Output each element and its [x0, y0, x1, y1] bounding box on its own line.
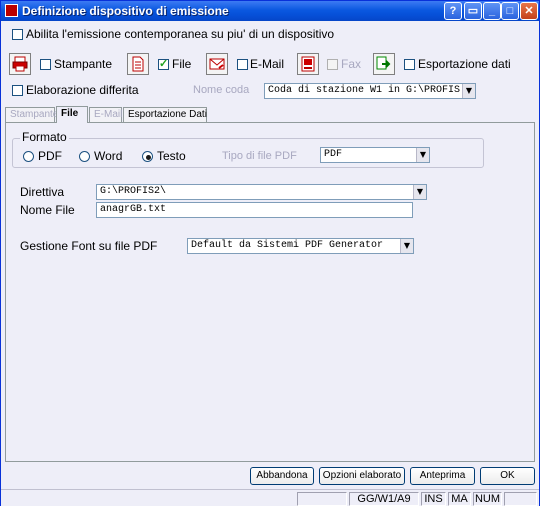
radio-pdf[interactable]: [23, 151, 34, 162]
tab-file[interactable]: File: [56, 106, 88, 123]
printer-icon[interactable]: [9, 53, 31, 75]
radio-testo-label: Testo: [157, 149, 186, 163]
pdf-type-value: PDF: [324, 149, 343, 160]
deferred-checkbox[interactable]: [12, 85, 23, 96]
format-group-title: Formato: [20, 130, 69, 144]
queue-name-label: Nome coda: [193, 84, 250, 96]
file-icon[interactable]: [127, 53, 149, 75]
status-num: NUM: [473, 492, 502, 506]
directory-select[interactable]: G:\PROFIS2\ ▼: [96, 184, 427, 200]
tab-stampante: Stampante: [5, 107, 58, 122]
ok-button[interactable]: OK: [480, 467, 535, 485]
directory-value: G:\PROFIS2\: [100, 186, 167, 197]
options-button[interactable]: Opzioni elaborato: [319, 467, 405, 485]
pdf-type-select[interactable]: PDF ▼: [320, 147, 430, 163]
radio-testo[interactable]: [142, 151, 153, 162]
app-icon: [5, 4, 18, 17]
help-icon[interactable]: ?: [444, 2, 462, 20]
email-icon[interactable]: [206, 53, 228, 75]
file-label: File: [172, 57, 192, 71]
printer-label: Stampante: [54, 57, 113, 71]
fax-label: Fax: [341, 57, 362, 71]
title-bar[interactable]: Definizione dispositivo di emissione ? ▭…: [1, 1, 539, 21]
tab-email: E-Mail: [89, 107, 122, 122]
chevron-down-icon[interactable]: ▼: [416, 148, 429, 162]
radio-word-label: Word: [94, 149, 123, 163]
status-ins: INS: [421, 492, 446, 506]
export-label: Esportazione dati: [418, 57, 511, 71]
export-icon[interactable]: [373, 53, 395, 75]
directory-label: Direttiva: [20, 185, 65, 199]
status-empty: [297, 492, 347, 506]
radio-pdf-label: PDF: [38, 149, 62, 163]
chevron-down-icon[interactable]: ▼: [413, 185, 426, 199]
radio-word[interactable]: [79, 151, 90, 162]
email-label: E-Mail: [250, 57, 285, 71]
queue-name-value: Coda di stazione W1 in G:\PROFIS: [268, 85, 461, 96]
close-button[interactable]: ✕: [520, 2, 538, 20]
multi-device-label: Abilita l'emissione contemporanea su piu…: [26, 27, 335, 41]
printer-checkbox[interactable]: [40, 59, 51, 70]
chevron-down-icon[interactable]: ▼: [462, 84, 475, 98]
file-checkbox[interactable]: [158, 57, 169, 70]
tab-esportazione-dati[interactable]: Esportazione Dati: [123, 107, 207, 122]
status-path: GG/W1/A9: [349, 492, 419, 506]
status-extra: [504, 492, 537, 506]
abandon-button[interactable]: Abbandona: [250, 467, 314, 485]
maximize-button[interactable]: □: [501, 2, 519, 20]
preview-button[interactable]: Anteprima: [410, 467, 475, 485]
fax-checkbox: [327, 59, 338, 70]
dialog-window: Definizione dispositivo di emissione ? ▭…: [0, 0, 540, 506]
window-menu-icon[interactable]: ▭: [464, 2, 482, 20]
pdf-font-select[interactable]: Default da Sistemi PDF Generator ▼: [187, 238, 414, 254]
export-checkbox[interactable]: [404, 59, 415, 70]
multi-device-checkbox[interactable]: [12, 29, 23, 40]
pdf-type-label: Tipo di file PDF: [222, 150, 297, 162]
fax-icon[interactable]: [297, 53, 319, 75]
queue-name-select[interactable]: Coda di stazione W1 in G:\PROFIS ▼: [264, 83, 476, 99]
email-checkbox[interactable]: [237, 59, 248, 70]
status-bar: GG/W1/A9 INS MA NUM: [1, 489, 539, 506]
pdf-font-value: Default da Sistemi PDF Generator: [191, 240, 384, 251]
minimize-button[interactable]: _: [483, 2, 501, 20]
chevron-down-icon[interactable]: ▼: [400, 239, 413, 253]
window-title: Definizione dispositivo di emissione: [22, 4, 229, 18]
filename-label: Nome File: [20, 203, 75, 217]
tab-panel-file: [5, 122, 535, 462]
status-ma: MA: [448, 492, 471, 506]
filename-value: anagrGB.txt: [100, 204, 167, 215]
pdf-font-label: Gestione Font su file PDF: [20, 239, 158, 253]
deferred-label: Elaborazione differita: [26, 83, 139, 97]
filename-input[interactable]: anagrGB.txt: [96, 202, 413, 218]
